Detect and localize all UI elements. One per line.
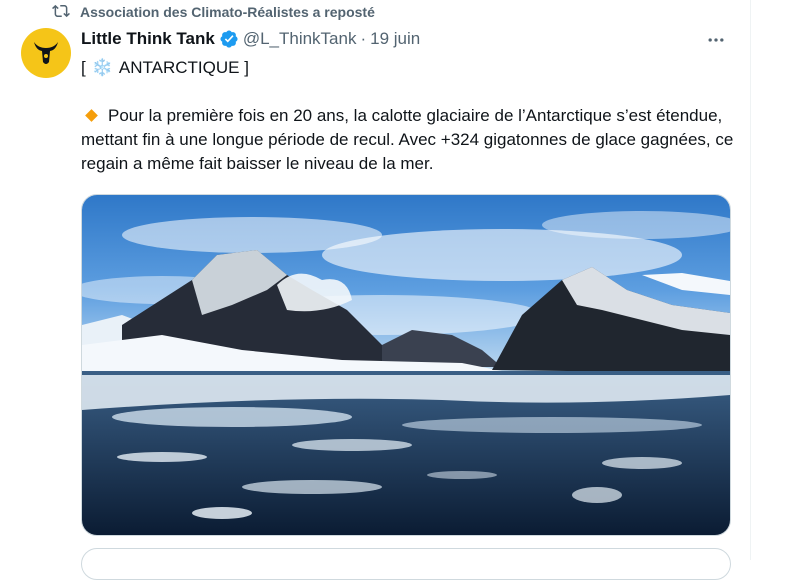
quoted-card-edge[interactable] [81, 548, 731, 580]
author-handle[interactable]: @L_ThinkTank [243, 29, 357, 49]
tweet-body: Pour la première fois en 20 ans, la calo… [81, 106, 734, 173]
antarctic-mountains-sea-ice-photo [82, 195, 730, 535]
author-name[interactable]: Little Think Tank [81, 29, 215, 49]
verified-badge-icon[interactable] [219, 29, 239, 49]
tweet-header: Little Think Tank @L_ThinkTank · 19 juin [81, 28, 732, 50]
more-options-icon[interactable] [704, 30, 728, 50]
tag-line: [ ❄️ ANTARCTIQUE ] [81, 56, 741, 80]
repost-icon [52, 2, 70, 23]
orange-diamond-icon [85, 109, 98, 122]
tag-open: [ [81, 58, 86, 77]
tweet-text: [ ❄️ ANTARCTIQUE ] Pour la première fois… [81, 56, 741, 176]
tweet-body-paragraph: Pour la première fois en 20 ans, la calo… [81, 104, 741, 176]
repost-text: Association des Climato-Réalistes a repo… [80, 4, 375, 20]
column-border [750, 0, 751, 560]
tweet-photo[interactable] [81, 194, 731, 536]
repost-indicator[interactable]: Association des Climato-Réalistes a repo… [52, 3, 375, 21]
snowflake-emoji: ❄️ [91, 58, 113, 77]
avatar[interactable] [21, 28, 71, 78]
tag-text: ANTARCTIQUE ] [118, 58, 249, 77]
separator-dot: · [360, 29, 367, 48]
tweet-date[interactable]: 19 juin [370, 29, 420, 49]
bull-logo-icon [34, 42, 58, 64]
